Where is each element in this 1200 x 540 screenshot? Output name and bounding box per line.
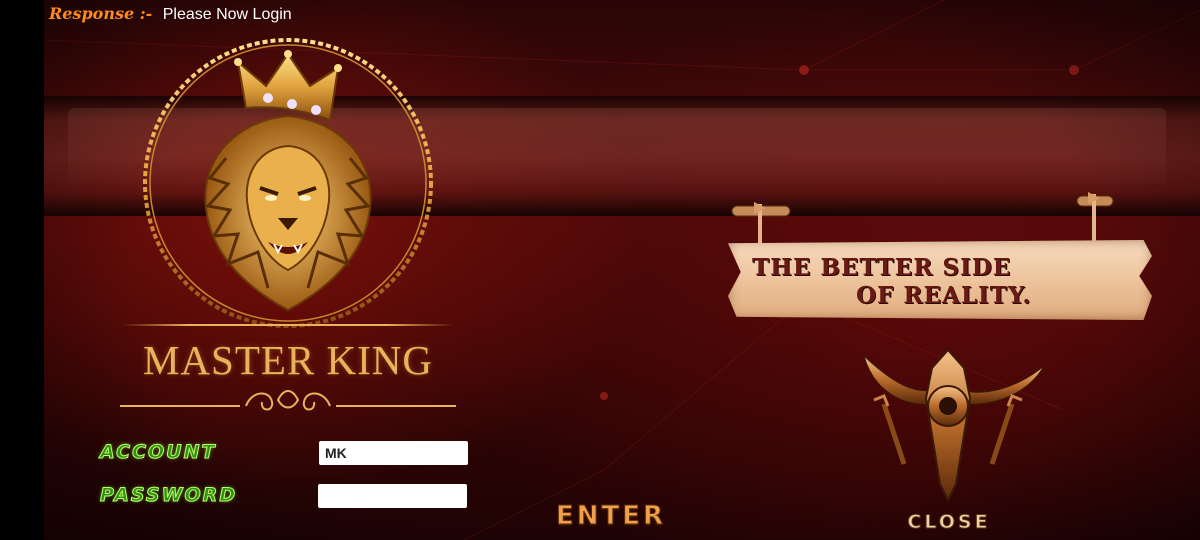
brand-title: MASTER KING (142, 337, 434, 383)
password-label: PASSWORD (99, 484, 238, 507)
sign-line-1: THE BETTER SIDE (752, 254, 1012, 281)
crest-emblem-icon[interactable] (844, 344, 1050, 504)
close-button[interactable]: CLOSE (883, 509, 1015, 535)
sign-line-2: OF REALITY. (856, 282, 1032, 309)
response-status: Response :- Please Now Login (49, 4, 292, 24)
enter-button[interactable]: ENTER (552, 500, 670, 532)
account-label: ACCOUNT (99, 441, 217, 464)
response-label: Response :- (49, 4, 153, 23)
slogan-sign: THE BETTER SIDE OF REALITY. (722, 192, 1160, 332)
account-input[interactable] (319, 441, 468, 465)
response-message: Please Now Login (162, 6, 292, 23)
brand-ornament (120, 390, 456, 411)
brand-divider-top (122, 324, 454, 326)
password-input[interactable] (318, 484, 467, 508)
